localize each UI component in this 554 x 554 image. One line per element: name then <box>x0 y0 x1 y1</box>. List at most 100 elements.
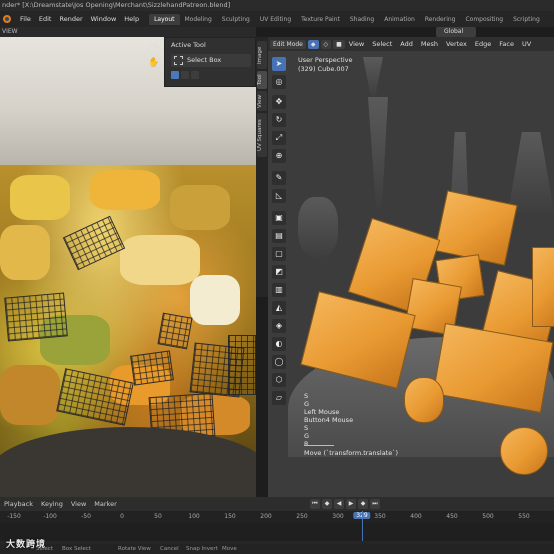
menu-select[interactable]: Select <box>368 40 396 48</box>
playhead[interactable] <box>362 511 363 541</box>
timeline-ruler[interactable]: -150 -100 -50 0 50 100 150 200 250 300 3… <box>0 511 554 523</box>
keyframe-track[interactable] <box>0 523 554 541</box>
jump-start-icon[interactable]: ⏮ <box>310 499 320 509</box>
scale-tool-button[interactable]: ⤢ <box>272 131 286 145</box>
menu-marker[interactable]: Marker <box>90 500 120 508</box>
wireframe-cube[interactable] <box>157 312 193 350</box>
orange-sphere[interactable] <box>404 377 444 423</box>
window-title: nder* [X:\Dreamstate\Jos Opening\Merchan… <box>0 0 554 11</box>
tab-compositing[interactable]: Compositing <box>460 14 508 25</box>
menu-playback[interactable]: Playback <box>0 500 37 508</box>
menu-edit[interactable]: Edit <box>35 15 56 23</box>
tab-shading[interactable]: Shading <box>345 14 379 25</box>
tab-animation[interactable]: Animation <box>379 14 420 25</box>
edge-select-icon[interactable]: ◇ <box>320 39 332 49</box>
wireframe-cube[interactable] <box>130 350 174 386</box>
rotate-tool-button[interactable]: ↻ <box>272 113 286 127</box>
tab-layout[interactable]: Layout <box>149 13 180 25</box>
orange-cube[interactable] <box>532 247 554 327</box>
image-editor-header[interactable]: VIEW <box>0 27 256 37</box>
transform-tool-button[interactable]: ⊕ <box>272 149 286 163</box>
shrink-tool-button[interactable]: ⬡ <box>272 373 286 387</box>
poly-build-tool-button[interactable]: ◈ <box>272 319 286 333</box>
add-cube-tool-button[interactable]: ▣ <box>272 211 286 225</box>
inset-tool-button[interactable]: ▢ <box>272 247 286 261</box>
menu-view[interactable]: View <box>345 40 368 48</box>
next-key-icon[interactable]: ◆ <box>358 499 368 509</box>
tab-rendering[interactable]: Rendering <box>420 14 461 25</box>
tab-tool[interactable]: Tool <box>257 71 267 89</box>
orientation-dropdown[interactable]: Global <box>436 27 476 37</box>
tab-uv-editing[interactable]: UV Editing <box>255 14 296 25</box>
tick-label: 550 <box>518 513 530 520</box>
food-chunk <box>0 365 60 425</box>
menu-mesh[interactable]: Mesh <box>417 40 442 48</box>
food-chunk <box>190 275 240 325</box>
annotate-tool-button[interactable]: ✎ <box>272 171 286 185</box>
key-entry: Left Mouse <box>304 408 340 416</box>
mode-set-icon[interactable] <box>171 71 179 79</box>
tab-texture-paint[interactable]: Texture Paint <box>296 14 345 25</box>
menu-render[interactable]: Render <box>55 15 86 23</box>
image-editor-area[interactable]: VIEW <box>0 27 256 497</box>
tab-image[interactable]: Image <box>257 41 267 69</box>
measure-tool-button[interactable]: ◺ <box>272 189 286 203</box>
select-box-icon <box>174 56 183 65</box>
blender-logo-icon[interactable] <box>1 13 13 25</box>
spin-tool-button[interactable]: ◐ <box>272 337 286 351</box>
extrude-tool-button[interactable]: ▤ <box>272 229 286 243</box>
menu-add[interactable]: Add <box>396 40 417 48</box>
loop-cut-tool-button[interactable]: ▥ <box>272 283 286 297</box>
select-tool-button[interactable]: ➤ <box>272 57 286 71</box>
status-snap-invert: Snap Invert <box>186 546 218 552</box>
active-tool-title[interactable]: Active Tool <box>171 41 206 49</box>
status-move: Move <box>222 546 237 552</box>
tab-scripting[interactable]: Scripting <box>508 14 545 25</box>
tab-uv-squares[interactable]: UV Squares <box>257 113 267 157</box>
select-box-tool[interactable]: Select Box <box>171 54 251 67</box>
menu-edge[interactable]: Edge <box>471 40 495 48</box>
menu-keying[interactable]: Keying <box>37 500 67 508</box>
menu-timeline-view[interactable]: View <box>67 500 90 508</box>
tab-sculpting[interactable]: Sculpting <box>217 14 255 25</box>
status-rotate-view: Rotate View <box>118 546 151 552</box>
edit-mode-dropdown[interactable]: Edit Mode <box>270 39 306 49</box>
tab-modeling[interactable]: Modeling <box>180 14 217 25</box>
face-select-icon[interactable]: ■ <box>333 39 345 49</box>
tab-view[interactable]: View <box>257 91 267 111</box>
loop-cut-icon: ▥ <box>275 285 283 294</box>
mode-extend-icon[interactable] <box>181 71 189 79</box>
jump-end-icon[interactable]: ⏭ <box>370 499 380 509</box>
knife-tool-button[interactable]: ◭ <box>272 301 286 315</box>
knife-icon: ◭ <box>275 303 283 312</box>
menu-uv[interactable]: UV <box>518 40 535 48</box>
zoom-icon[interactable] <box>148 44 158 54</box>
wireframe-cube[interactable] <box>228 335 256 395</box>
wireframe-cube[interactable] <box>62 215 126 271</box>
smooth-tool-button[interactable]: ◯ <box>272 355 286 369</box>
menu-face[interactable]: Face <box>495 40 518 48</box>
move-tool-button[interactable]: ✥ <box>272 95 286 109</box>
vertex-select-icon[interactable]: ◆ <box>307 39 319 49</box>
shrink-icon: ⬡ <box>275 375 283 384</box>
menu-window[interactable]: Window <box>87 15 121 23</box>
menu-file[interactable]: File <box>16 15 35 23</box>
hand-pan-icon[interactable]: ✋ <box>148 58 159 68</box>
bevel-tool-button[interactable]: ◩ <box>272 265 286 279</box>
prev-key-icon[interactable]: ◆ <box>322 499 332 509</box>
wireframe-cube[interactable] <box>4 292 68 342</box>
shear-tool-button[interactable]: ▱ <box>272 391 286 405</box>
play-reverse-icon[interactable]: ◀ <box>334 499 344 509</box>
cursor-tool-button[interactable]: ◎ <box>272 75 286 89</box>
play-icon[interactable]: ▶ <box>346 499 356 509</box>
menu-vertex[interactable]: Vertex <box>442 40 471 48</box>
food-chunk <box>90 170 160 210</box>
mode-subtract-icon[interactable] <box>191 71 199 79</box>
top-menu-bar: File Edit Render Window Help Layout Mode… <box>0 11 554 27</box>
ruler-icon: ◺ <box>275 191 283 200</box>
tick-label: -150 <box>7 513 21 520</box>
cursor-arrow-icon: ➤ <box>275 59 283 68</box>
orange-sphere[interactable] <box>500 427 548 475</box>
tick-label: 250 <box>296 513 308 520</box>
menu-help[interactable]: Help <box>120 15 143 23</box>
